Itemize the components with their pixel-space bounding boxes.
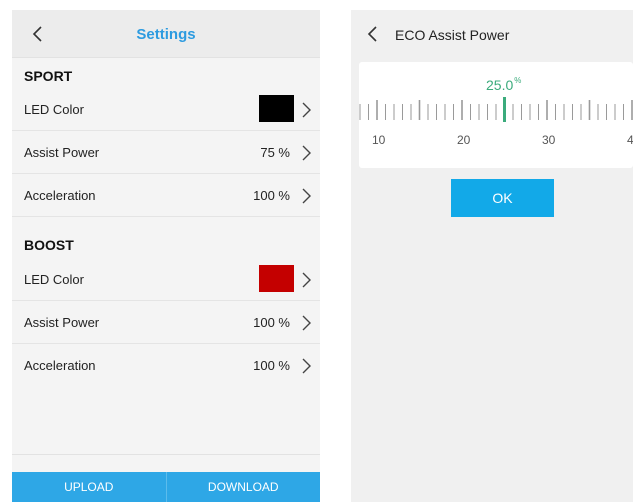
row-label: Acceleration [24, 358, 96, 373]
chevron-right-icon [302, 102, 311, 118]
led-color-swatch [259, 265, 294, 292]
scale-label: 4 [627, 133, 633, 147]
sport-assist-power-row[interactable]: Assist Power 75 % [12, 131, 320, 174]
chevron-right-icon [302, 358, 311, 374]
page-title: ECO Assist Power [395, 27, 510, 43]
chevron-right-icon [302, 272, 311, 288]
scale-label: 30 [542, 133, 556, 147]
ruler-indicator[interactable] [503, 97, 506, 122]
value-ruler-picker[interactable]: 25.0% 10 20 30 4 [359, 62, 633, 168]
settings-screen: Settings SPORT LED Color Assist Power 75… [12, 10, 320, 502]
row-label: LED Color [24, 102, 84, 117]
row-value: 100 % [253, 358, 290, 373]
selected-value-unit: % [514, 76, 522, 85]
divider [12, 454, 320, 455]
ok-button[interactable]: OK [451, 179, 554, 217]
chevron-right-icon [302, 145, 311, 161]
led-color-swatch [259, 95, 294, 122]
row-value: 100 % [253, 315, 290, 330]
page-title: Settings [136, 26, 196, 43]
scale-label: 20 [457, 133, 471, 147]
row-value: 75 % [260, 145, 290, 160]
section-header-boost: BOOST [24, 237, 74, 253]
row-value: 100 % [253, 188, 290, 203]
selected-value: 25.0% [486, 76, 522, 93]
boost-acceleration-row[interactable]: Acceleration 100 % [12, 344, 320, 387]
eco-assist-power-screen: ECO Assist Power 25.0% 10 20 30 4 OK [351, 10, 633, 502]
chevron-right-icon [302, 188, 311, 204]
back-button[interactable] [359, 20, 385, 48]
settings-top-bar: Settings [12, 10, 320, 58]
ruler-scale[interactable] [359, 94, 633, 128]
selected-value-number: 25.0 [486, 77, 514, 93]
eco-top-bar: ECO Assist Power [351, 10, 633, 58]
boost-assist-power-row[interactable]: Assist Power 100 % [12, 301, 320, 344]
download-button[interactable]: DOWNLOAD [167, 472, 321, 502]
boost-led-color-row[interactable]: LED Color [12, 258, 320, 301]
scale-label: 10 [372, 133, 386, 147]
upload-button[interactable]: UPLOAD [12, 472, 166, 502]
row-label: LED Color [24, 272, 84, 287]
sport-acceleration-row[interactable]: Acceleration 100 % [12, 174, 320, 217]
row-label: Assist Power [24, 315, 100, 330]
sport-led-color-row[interactable]: LED Color [12, 88, 320, 131]
bottom-action-bar: UPLOAD DOWNLOAD [12, 472, 320, 502]
row-label: Acceleration [24, 188, 96, 203]
chevron-right-icon [302, 315, 311, 331]
chevron-left-icon [367, 26, 377, 42]
section-header-sport: SPORT [24, 68, 73, 84]
row-label: Assist Power [24, 145, 100, 160]
